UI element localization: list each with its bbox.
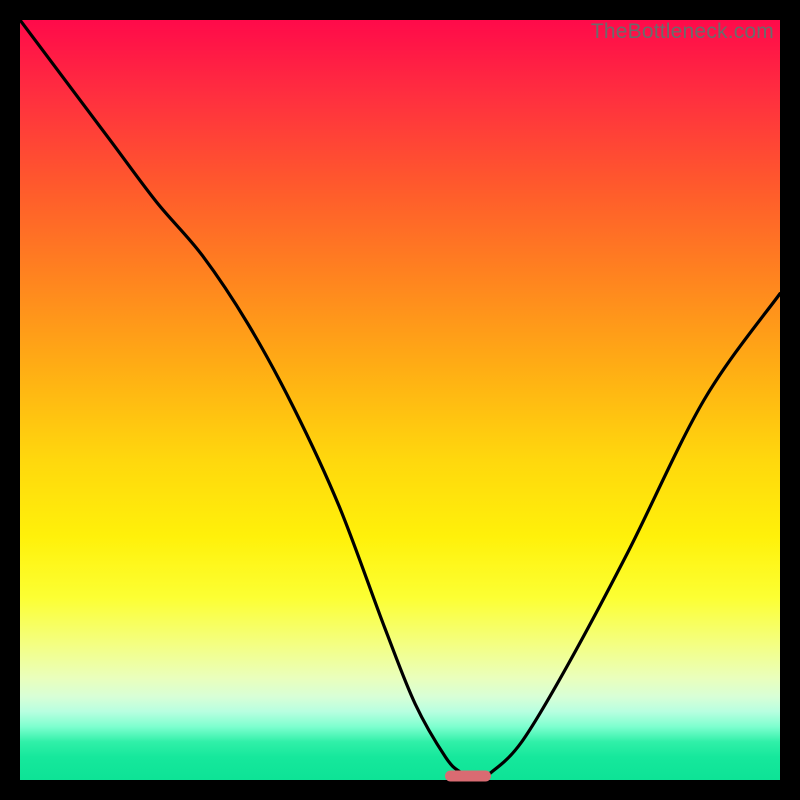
chart-frame: TheBottleneck.com: [20, 20, 780, 780]
gradient-plot-area: [20, 20, 780, 780]
watermark-text: TheBottleneck.com: [591, 20, 774, 44]
optimum-marker: [445, 771, 491, 782]
